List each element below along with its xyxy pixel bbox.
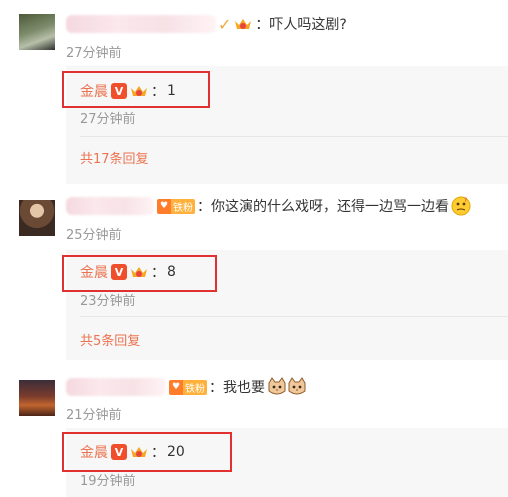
avatar[interactable] bbox=[19, 14, 55, 50]
divider bbox=[80, 136, 508, 137]
comment-header: ♥ 铁粉 ：我也要 bbox=[66, 376, 307, 398]
username-blurred[interactable] bbox=[66, 197, 154, 215]
fan-badge: ♥ 铁粉 bbox=[169, 379, 207, 395]
reply-time: 19分钟前 bbox=[80, 474, 136, 489]
fan-badge-icon: ♥ bbox=[157, 198, 171, 214]
more-replies-link[interactable]: 共5条回复 bbox=[80, 330, 140, 349]
cat-face-emoji-icon bbox=[287, 377, 307, 397]
fan-badge-label: 铁粉 bbox=[183, 379, 207, 395]
cat-face-emoji-icon bbox=[267, 377, 287, 397]
fan-badge-label: 铁粉 bbox=[171, 198, 195, 214]
fan-badge-icon: ♥ bbox=[169, 379, 183, 395]
highlight-box bbox=[62, 432, 232, 472]
divider bbox=[80, 316, 508, 317]
reply-time: 27分钟前 bbox=[80, 112, 136, 127]
comment-text: ：我也要 bbox=[209, 380, 265, 396]
reply-time: 23分钟前 bbox=[80, 294, 136, 309]
highlight-box bbox=[62, 255, 217, 292]
comment-header: ♥ 铁粉 ：你这演的什么戏呀，还得一边骂一边看 ? bbox=[66, 195, 471, 217]
avatar-caption bbox=[19, 42, 55, 49]
highlight-box bbox=[62, 71, 210, 108]
comment-time: 25分钟前 bbox=[66, 228, 122, 243]
avatar[interactable] bbox=[19, 200, 55, 236]
comment-time: 27分钟前 bbox=[66, 46, 122, 61]
fan-badge: ♥ 铁粉 bbox=[157, 198, 195, 214]
avatar[interactable] bbox=[19, 380, 55, 416]
comment-text: ：吓人吗这剧? bbox=[255, 17, 347, 33]
username-blurred[interactable] bbox=[66, 378, 166, 396]
crown-badge-icon bbox=[233, 16, 253, 32]
svg-text:?: ? bbox=[464, 197, 467, 204]
username-blurred[interactable] bbox=[66, 15, 216, 33]
comment-header: ✓ ：吓人吗这剧? bbox=[66, 13, 347, 35]
thinking-face-emoji-icon: ? bbox=[451, 196, 471, 216]
comment-text: ：你这演的什么戏呀，还得一边骂一边看 bbox=[197, 199, 449, 215]
verified-v-icon: ✓ bbox=[218, 14, 232, 34]
comment-time: 21分钟前 bbox=[66, 408, 122, 423]
more-replies-link[interactable]: 共17条回复 bbox=[80, 148, 149, 167]
